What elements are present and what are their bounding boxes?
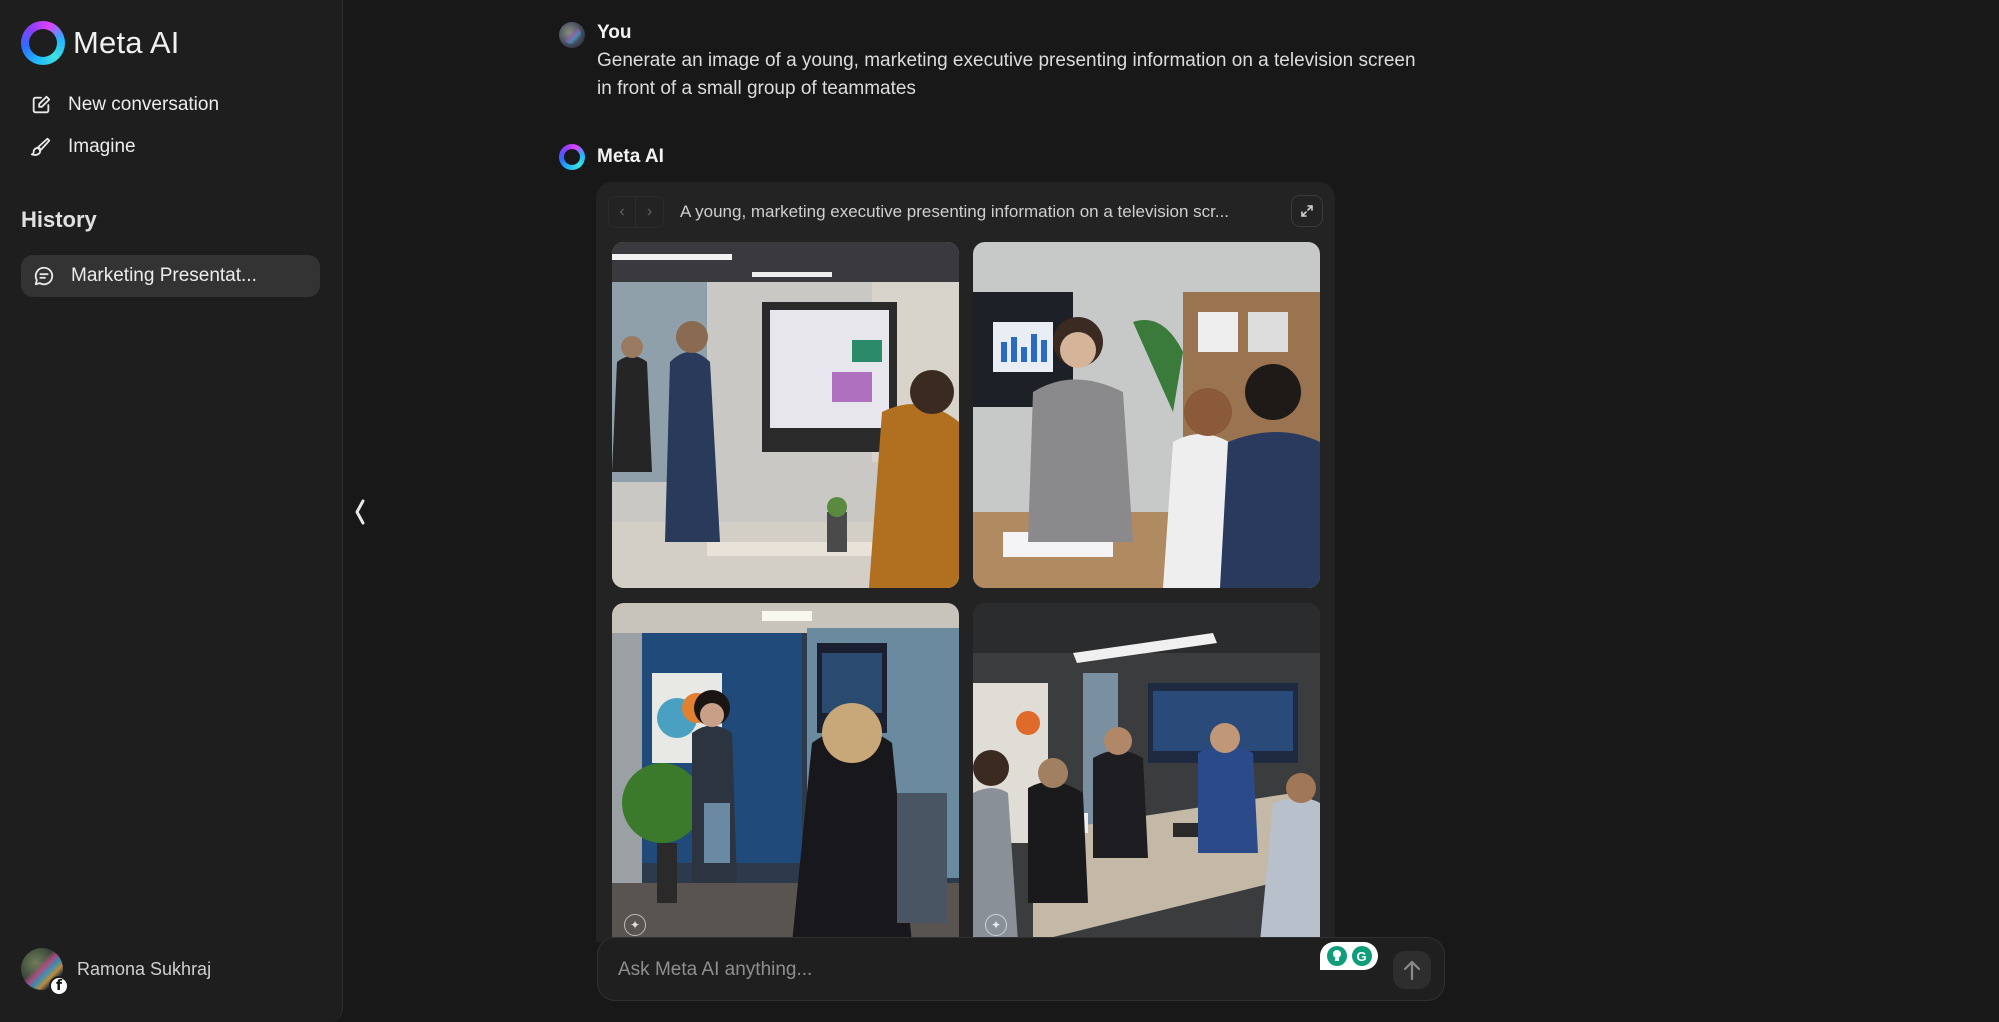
generated-image-1-art bbox=[612, 242, 959, 588]
new-conversation-button[interactable]: New conversation bbox=[30, 94, 219, 116]
chat-bubble-icon bbox=[34, 266, 54, 286]
brush-icon bbox=[30, 137, 51, 156]
generated-image-3[interactable]: ✦ bbox=[612, 603, 959, 942]
expand-icon bbox=[1301, 205, 1313, 217]
app-name: Meta AI bbox=[73, 25, 180, 60]
next-button[interactable]: › bbox=[636, 196, 664, 228]
gallery-header: ‹ › A young, marketing executive present… bbox=[608, 195, 1323, 229]
browser-extension-badges[interactable]: G bbox=[1320, 942, 1378, 970]
chevron-left-icon bbox=[355, 499, 365, 525]
previous-button[interactable]: ‹ bbox=[608, 196, 636, 228]
message-composer: G bbox=[597, 937, 1445, 1001]
chevron-right-icon: › bbox=[646, 203, 653, 220]
generated-image-4[interactable]: ✦ bbox=[973, 603, 1320, 942]
ai-sender-name: Meta AI bbox=[597, 146, 664, 167]
new-conversation-label: New conversation bbox=[68, 94, 220, 115]
meta-ai-app: Meta AI New conversation Imagine History… bbox=[0, 0, 1999, 1022]
user-name: Ramona Sukhraj bbox=[77, 958, 212, 979]
app-logo[interactable]: Meta AI bbox=[21, 21, 180, 65]
generated-image-2-art bbox=[973, 242, 1320, 588]
generated-image-1[interactable] bbox=[612, 242, 959, 588]
imagine-watermark-icon: ✦ bbox=[624, 914, 646, 936]
image-gallery: ‹ › A young, marketing executive present… bbox=[596, 182, 1335, 942]
meta-ai-logo-icon bbox=[21, 21, 65, 65]
send-button[interactable] bbox=[1393, 951, 1431, 989]
generated-image-4-art bbox=[973, 603, 1320, 942]
generated-image-3-art bbox=[612, 603, 959, 942]
lightbulb-icon[interactable] bbox=[1326, 946, 1347, 966]
meta-ai-avatar-icon bbox=[559, 144, 585, 170]
chevron-left-icon: ‹ bbox=[619, 203, 625, 220]
arrow-up-icon bbox=[1403, 960, 1421, 981]
history-item[interactable]: Marketing Presentat... bbox=[21, 255, 320, 297]
history-item-label: Marketing Presentat... bbox=[71, 265, 257, 286]
user-sender-name: You bbox=[597, 22, 632, 43]
imagine-watermark-icon: ✦ bbox=[985, 914, 1007, 936]
facebook-icon: f bbox=[49, 976, 69, 996]
generated-image-2[interactable] bbox=[973, 242, 1320, 588]
user-message-avatar bbox=[559, 22, 585, 48]
edit-icon bbox=[32, 95, 51, 114]
history-heading: History bbox=[21, 207, 97, 232]
grammarly-icon[interactable]: G bbox=[1351, 946, 1372, 966]
collapse-sidebar-button[interactable] bbox=[348, 490, 372, 534]
gallery-caption: A young, marketing executive presenting … bbox=[680, 202, 1230, 221]
imagine-label: Imagine bbox=[68, 136, 136, 157]
user-message-text: Generate an image of a young, marketing … bbox=[597, 50, 1416, 99]
expand-button[interactable] bbox=[1291, 195, 1323, 227]
imagine-button[interactable]: Imagine bbox=[30, 136, 136, 158]
user-profile[interactable]: f Ramona Sukhraj bbox=[21, 948, 212, 996]
message-input[interactable] bbox=[618, 954, 1298, 986]
sidebar: Meta AI New conversation Imagine History… bbox=[0, 0, 343, 1022]
user-avatar: f bbox=[21, 948, 69, 996]
